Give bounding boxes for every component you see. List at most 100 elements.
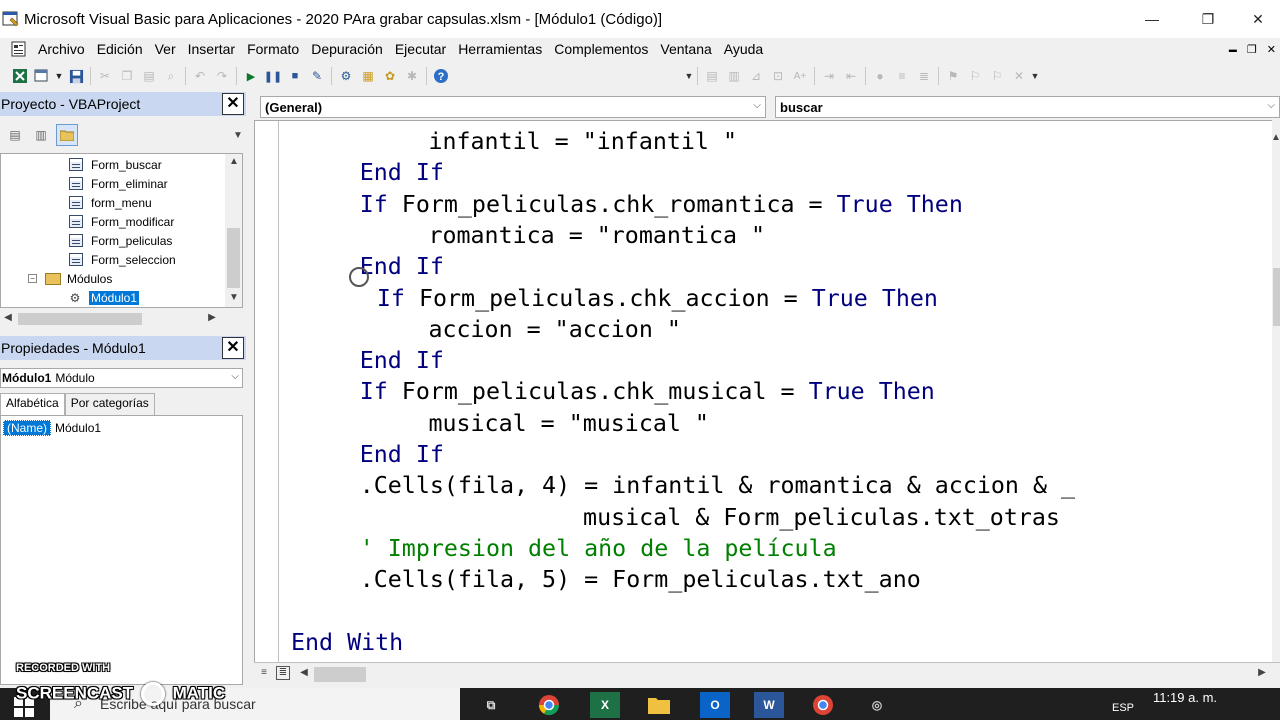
procedure-combo[interactable]: buscar ⌵ bbox=[775, 96, 1280, 118]
code-line[interactable]: .Cells(fila, 5) = Form_peliculas.txt_ano bbox=[360, 564, 921, 595]
code-line[interactable]: End If bbox=[360, 345, 444, 376]
project-tree[interactable]: Form_buscar Form_eliminar form_menu Form… bbox=[0, 153, 243, 308]
code-line[interactable]: If Form_peliculas.chk_romantica = True T… bbox=[360, 189, 963, 220]
tab-alfabetica[interactable]: Alfabética bbox=[0, 393, 65, 415]
excel-view-icon[interactable] bbox=[9, 65, 31, 87]
property-row-name[interactable]: (Name) Módulo1 bbox=[3, 419, 101, 437]
toggle-bookmark-icon[interactable]: ⚑ bbox=[942, 65, 964, 87]
project-tree-hscrollbar[interactable]: ◀ ▶ bbox=[0, 310, 243, 328]
code-line[interactable]: musical & Form_peliculas.txt_otras bbox=[583, 502, 1060, 533]
view-object-icon[interactable]: ▥ bbox=[30, 124, 52, 146]
collapse-icon[interactable]: − bbox=[28, 274, 37, 283]
tree-item-form-peliculas[interactable]: Form_peliculas bbox=[69, 231, 172, 250]
clear-bookmarks-icon[interactable]: ✕ bbox=[1008, 65, 1030, 87]
edit-toolbar-options-icon[interactable]: ▼ bbox=[1030, 64, 1040, 88]
code-hscrollbar[interactable]: ≡ ≣ ◀ ▶ bbox=[254, 662, 1280, 686]
menu-depuracion[interactable]: Depuración bbox=[305, 41, 389, 57]
scroll-thumb[interactable] bbox=[1273, 268, 1280, 326]
uncomment-block-icon[interactable]: ≣ bbox=[913, 65, 935, 87]
next-bookmark-icon[interactable]: ⚐ bbox=[964, 65, 986, 87]
code-line[interactable]: infantil = "infantil " bbox=[428, 126, 737, 157]
save-icon[interactable] bbox=[65, 65, 87, 87]
code-line[interactable]: romantica = "romantica " bbox=[428, 220, 765, 251]
tree-item-form-buscar[interactable]: Form_buscar bbox=[69, 155, 162, 174]
list-constants-icon[interactable]: ▥ bbox=[723, 65, 745, 87]
properties-pane-close-button[interactable]: ✕ bbox=[222, 337, 244, 359]
previous-bookmark-icon[interactable]: ⚐ bbox=[986, 65, 1008, 87]
menu-herramientas[interactable]: Herramientas bbox=[452, 41, 548, 57]
taskbar-clock[interactable]: 11:19 a. m. bbox=[1140, 690, 1230, 710]
scroll-thumb[interactable] bbox=[314, 667, 366, 682]
object-browser-icon[interactable]: ✿ bbox=[379, 65, 401, 87]
procedure-view-icon[interactable]: ≡ bbox=[256, 667, 272, 678]
code-line[interactable]: ' Impresion del año de la película bbox=[360, 533, 837, 564]
menu-ver[interactable]: Ver bbox=[149, 41, 182, 57]
tree-item-modulo1[interactable]: ⚙ Módulo1 bbox=[67, 288, 140, 307]
quick-info-icon[interactable]: ⊿ bbox=[745, 65, 767, 87]
restore-button[interactable]: ❐ bbox=[1180, 0, 1236, 38]
chevron-right-icon[interactable]: ▶ bbox=[204, 312, 220, 323]
properties-window-icon[interactable]: ▦ bbox=[357, 65, 379, 87]
menu-insertar[interactable]: Insertar bbox=[182, 41, 241, 57]
menu-edicion[interactable]: Edición bbox=[91, 41, 149, 57]
complete-word-icon[interactable]: A+ bbox=[789, 65, 811, 87]
excel-taskbar-icon[interactable]: X bbox=[590, 692, 620, 718]
find-icon[interactable]: ⌕ bbox=[160, 65, 182, 87]
task-view-icon[interactable]: ⧉ bbox=[476, 692, 506, 718]
undo-icon[interactable]: ↶ bbox=[189, 65, 211, 87]
tree-item-form-menu[interactable]: form_menu bbox=[69, 193, 152, 212]
code-line[interactable]: End If bbox=[360, 439, 444, 470]
mdi-restore-icon[interactable]: ❐ bbox=[1247, 43, 1257, 56]
outdent-icon[interactable]: ⇤ bbox=[840, 65, 862, 87]
chevron-right-icon[interactable]: ▶ bbox=[1254, 667, 1270, 678]
tab-por-categorias[interactable]: Por categorías bbox=[64, 393, 155, 415]
code-line[interactable]: End With bbox=[291, 627, 403, 658]
close-button[interactable]: ✕ bbox=[1236, 0, 1280, 38]
object-combo[interactable]: (General) ⌵ bbox=[260, 96, 766, 118]
menu-ejecutar[interactable]: Ejecutar bbox=[389, 41, 452, 57]
comment-block-icon[interactable]: ≡ bbox=[891, 65, 913, 87]
code-line[interactable]: .Cells(fila, 4) = infantil & romantica &… bbox=[360, 470, 1075, 501]
word-taskbar-icon[interactable]: W bbox=[754, 692, 784, 718]
paste-icon[interactable]: ▤ bbox=[138, 65, 160, 87]
vba-document-icon[interactable] bbox=[10, 40, 28, 58]
insert-dropdown-icon[interactable]: ▼ bbox=[53, 65, 65, 87]
toolbar-options-icon[interactable]: ▼ bbox=[684, 64, 694, 88]
view-code-icon[interactable]: ▤ bbox=[4, 124, 26, 146]
scroll-thumb[interactable] bbox=[227, 228, 240, 288]
code-line[interactable]: If Form_peliculas.chk_accion = True Then bbox=[377, 283, 938, 314]
menu-ventana[interactable]: Ventana bbox=[654, 41, 717, 57]
code-line[interactable]: End If bbox=[360, 157, 444, 188]
chevron-up-icon[interactable]: ▲ bbox=[226, 156, 242, 167]
pause-icon[interactable]: ❚❚ bbox=[262, 65, 284, 87]
toggle-folders-icon[interactable] bbox=[56, 124, 78, 146]
chrome-profile-taskbar-icon[interactable] bbox=[808, 692, 838, 718]
menu-complementos[interactable]: Complementos bbox=[548, 41, 654, 57]
chevron-down-icon[interactable]: ⌵ bbox=[231, 371, 239, 382]
chevron-down-icon[interactable]: ⌵ bbox=[753, 100, 761, 111]
code-line[interactable]: musical = "musical " bbox=[428, 408, 709, 439]
code-vscrollbar[interactable]: ▲ bbox=[1271, 120, 1280, 662]
project-explorer-icon[interactable]: ⚙ bbox=[335, 65, 357, 87]
chevron-down-icon[interactable]: ▼ bbox=[226, 292, 242, 303]
design-mode-icon[interactable]: ✎ bbox=[306, 65, 328, 87]
chevron-left-icon[interactable]: ◀ bbox=[296, 667, 312, 678]
reset-icon[interactable]: ■ bbox=[284, 65, 306, 87]
run-icon[interactable]: ▶ bbox=[240, 65, 262, 87]
chevron-left-icon[interactable]: ◀ bbox=[0, 312, 16, 323]
cut-icon[interactable]: ✂ bbox=[94, 65, 116, 87]
chevron-down-icon[interactable]: ▼ bbox=[230, 130, 246, 141]
pane-splitter[interactable] bbox=[246, 92, 254, 686]
tree-item-form-seleccion[interactable]: Form_seleccion bbox=[69, 250, 176, 269]
code-margin-indicator-bar[interactable] bbox=[255, 121, 279, 662]
indent-icon[interactable]: ⇥ bbox=[818, 65, 840, 87]
tree-item-form-eliminar[interactable]: Form_eliminar bbox=[69, 174, 168, 193]
project-tree-vscrollbar[interactable]: ▲ ▼ bbox=[225, 154, 242, 307]
property-value[interactable]: Módulo1 bbox=[55, 421, 101, 435]
copy-icon[interactable]: ❐ bbox=[116, 65, 138, 87]
tree-item-modulos[interactable]: − Módulos bbox=[28, 269, 112, 288]
app-taskbar-icon[interactable]: ◎ bbox=[862, 692, 892, 718]
code-line[interactable]: End If bbox=[360, 251, 444, 282]
file-explorer-taskbar-icon[interactable] bbox=[644, 692, 674, 718]
code-editor[interactable]: infantil = "infantil " End If If Form_peli… bbox=[254, 120, 1272, 662]
